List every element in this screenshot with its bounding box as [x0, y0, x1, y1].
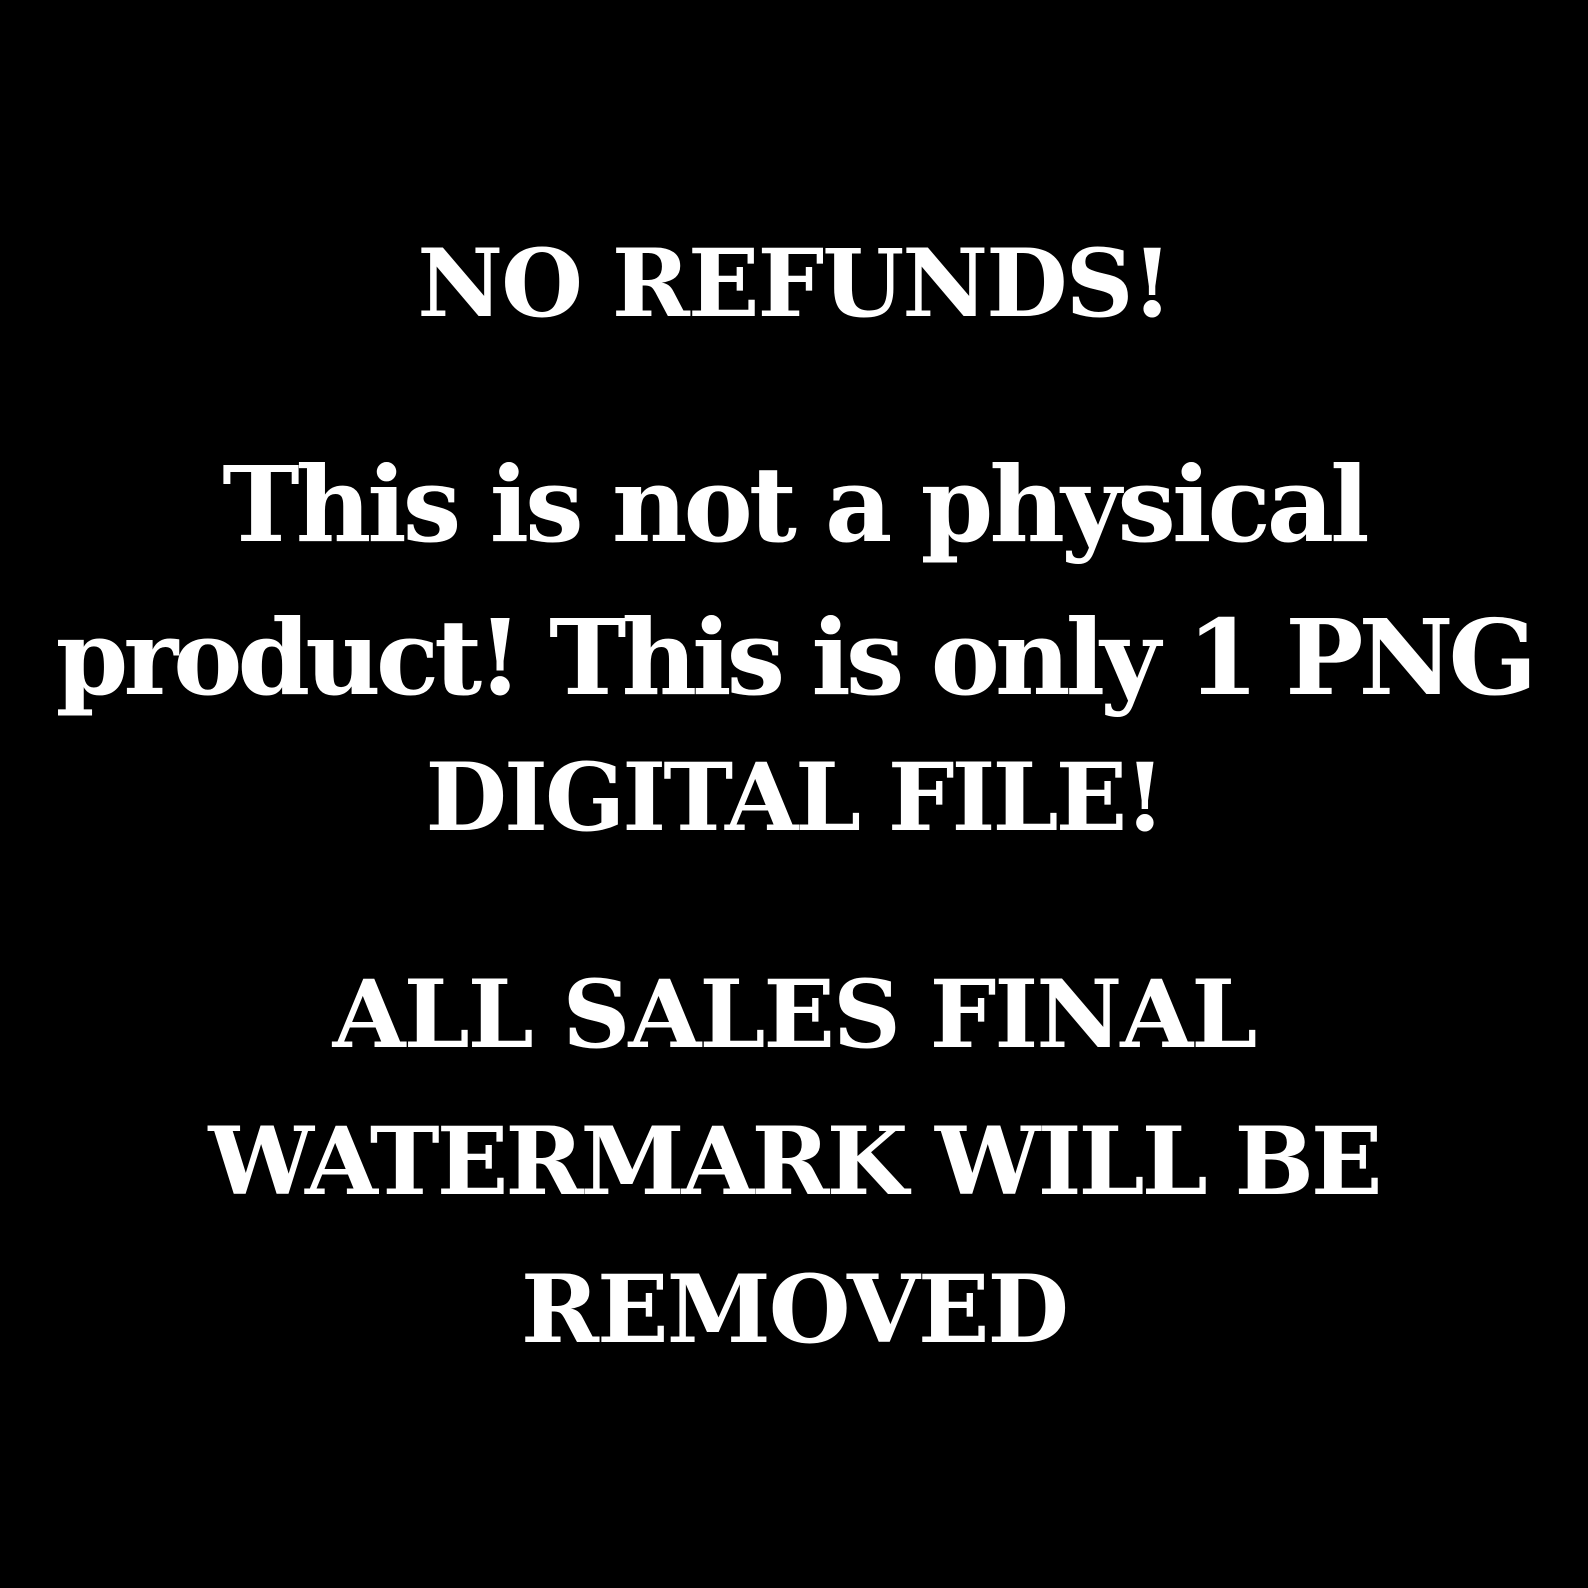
description-line-1: This is not a physical [222, 443, 1369, 566]
description-line-3: DIGITAL FILE! [425, 743, 1165, 853]
description-line-2: product! This is only 1 PNG [55, 596, 1538, 719]
footer-line-2: WATERMARK WILL BE [208, 1107, 1382, 1217]
footer-line-3: REMOVED [520, 1255, 1069, 1365]
footer-line-1: ALL SALES FINAL [332, 960, 1258, 1070]
notice-panel: NO REFUNDS! This is not a physical produ… [0, 0, 1588, 1588]
no-refunds-heading: NO REFUNDS! [417, 229, 1173, 339]
